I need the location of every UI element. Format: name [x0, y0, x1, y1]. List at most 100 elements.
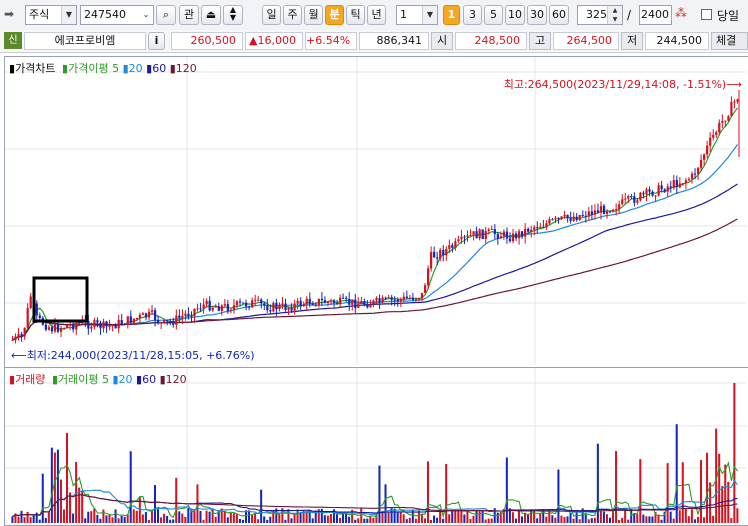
candle-body [542, 226, 545, 228]
volume-bar [29, 517, 32, 523]
candle-body [317, 298, 320, 306]
candle-body [696, 167, 700, 175]
settings-grid-icon[interactable]: ⁂ [675, 6, 691, 22]
candle-body [460, 236, 463, 240]
volume-bar [378, 465, 381, 523]
volume-bar [123, 516, 126, 523]
candle-body [72, 324, 75, 330]
candle-body [26, 307, 29, 328]
candle-body [126, 316, 129, 325]
low-label-text: 저 [626, 34, 638, 47]
volume-bar [578, 519, 581, 523]
candle-body [17, 333, 20, 337]
volume-bar [545, 516, 548, 523]
candle-body [605, 211, 609, 214]
open-price-value: 248,500 [474, 34, 521, 47]
volume-bar [96, 514, 99, 523]
period-tick-button[interactable]: 틱 [346, 5, 365, 25]
interval-1-button[interactable]: 1 [443, 5, 460, 25]
candle-body [621, 199, 624, 205]
volume-bar [284, 519, 287, 523]
link-arrow-icon[interactable]: ➡ [4, 7, 22, 21]
interval-3-button[interactable]: 3 [463, 5, 482, 25]
total-count-field[interactable]: 2400 [639, 5, 672, 25]
price-legend: ▮가격차트 ▮가격이평 5 ▮20 ▮60 ▮120 [9, 60, 197, 76]
volume-bar [278, 514, 281, 523]
volume-bar [226, 517, 229, 523]
stock-code-value: 247540 [84, 8, 126, 21]
eject-button[interactable]: ⏏ [201, 5, 221, 25]
interval-5-button[interactable]: 5 [484, 5, 503, 25]
candle-body [320, 298, 324, 301]
period-week-button[interactable]: 주 [283, 5, 302, 25]
today-checkbox[interactable] [701, 9, 712, 20]
candle-body [454, 241, 457, 248]
candle-body [627, 196, 630, 199]
candle-body [208, 300, 211, 311]
volume-bar [117, 518, 120, 523]
interval-select[interactable]: 1 ▼ [396, 5, 438, 25]
volume-bar [399, 511, 402, 523]
open-label-text: 시 [436, 34, 448, 47]
candle-body [511, 233, 515, 242]
volume-bar [472, 515, 475, 523]
stock-name-field[interactable]: 에코프로비엠 [24, 32, 146, 50]
candle-body [387, 297, 390, 299]
count-stepper[interactable]: 325 ▲ ▼ [577, 5, 623, 25]
candle-body [442, 249, 445, 256]
volume-bar [575, 511, 578, 523]
volume-bar [326, 515, 329, 523]
watchlist-button[interactable]: 관 [179, 5, 199, 25]
period-minute-button[interactable]: 분 [325, 5, 344, 25]
stepper-button[interactable]: ▲ ▼ [223, 5, 243, 25]
volume-bar [727, 481, 730, 523]
candle-body [342, 297, 345, 299]
volume-chart-pane[interactable]: ▮거래량 ▮거래이평 5 ▮20 ▮60 ▮120 [4, 367, 748, 526]
spin-icon[interactable]: ▲ ▼ [607, 6, 622, 24]
market-select[interactable]: 주식 ▼ [25, 5, 77, 25]
candle-body [669, 186, 672, 188]
candle-body [411, 297, 415, 300]
volume-chart[interactable] [5, 368, 746, 523]
volume-bar [335, 514, 338, 523]
info-label: i [154, 34, 159, 47]
candle-body [351, 299, 354, 305]
volume-bar [496, 512, 499, 523]
interval-10-button[interactable]: 10 [505, 5, 525, 25]
volume-bar [363, 518, 366, 523]
candle-body [75, 324, 78, 330]
period-label: 일 [266, 8, 277, 21]
info-button[interactable]: i [148, 32, 165, 50]
volume-bar [141, 514, 144, 523]
volume-bar [684, 508, 687, 523]
volume-bar [269, 516, 272, 523]
period-month-button[interactable]: 월 [304, 5, 323, 25]
candle-body [636, 200, 639, 203]
interval-60-button[interactable]: 60 [549, 5, 569, 25]
candle-body [478, 229, 481, 239]
price-chart-pane[interactable]: ▮가격차트 ▮가격이평 5 ▮20 ▮60 ▮120 최고:264,500(20… [4, 56, 748, 368]
candle-body [439, 249, 442, 259]
volume-bar [354, 519, 357, 523]
period-year-button[interactable]: 년 [367, 5, 386, 25]
volume-bar [32, 515, 35, 523]
stock-code-input[interactable]: 247540 ⌄ [80, 5, 154, 25]
candle-body [166, 320, 169, 322]
volume-bar [108, 514, 111, 523]
search-button[interactable]: ⌕ [156, 5, 176, 25]
period-day-button[interactable]: 일 [262, 5, 281, 25]
volume-bar [357, 518, 360, 523]
interval-30-button[interactable]: 30 [527, 5, 547, 25]
volume-bar [433, 515, 436, 523]
price-chart[interactable] [5, 57, 746, 365]
volume-bar [266, 519, 269, 523]
candle-body [414, 298, 418, 300]
volume-bar [184, 516, 187, 523]
interval-label: 60 [552, 8, 566, 21]
volume-bar [475, 511, 478, 523]
highlight-box [32, 276, 89, 323]
candle-body [551, 219, 554, 221]
volume-bar [296, 509, 299, 523]
volume-bar [163, 513, 166, 523]
trade-tab[interactable]: 체결 [711, 32, 748, 50]
